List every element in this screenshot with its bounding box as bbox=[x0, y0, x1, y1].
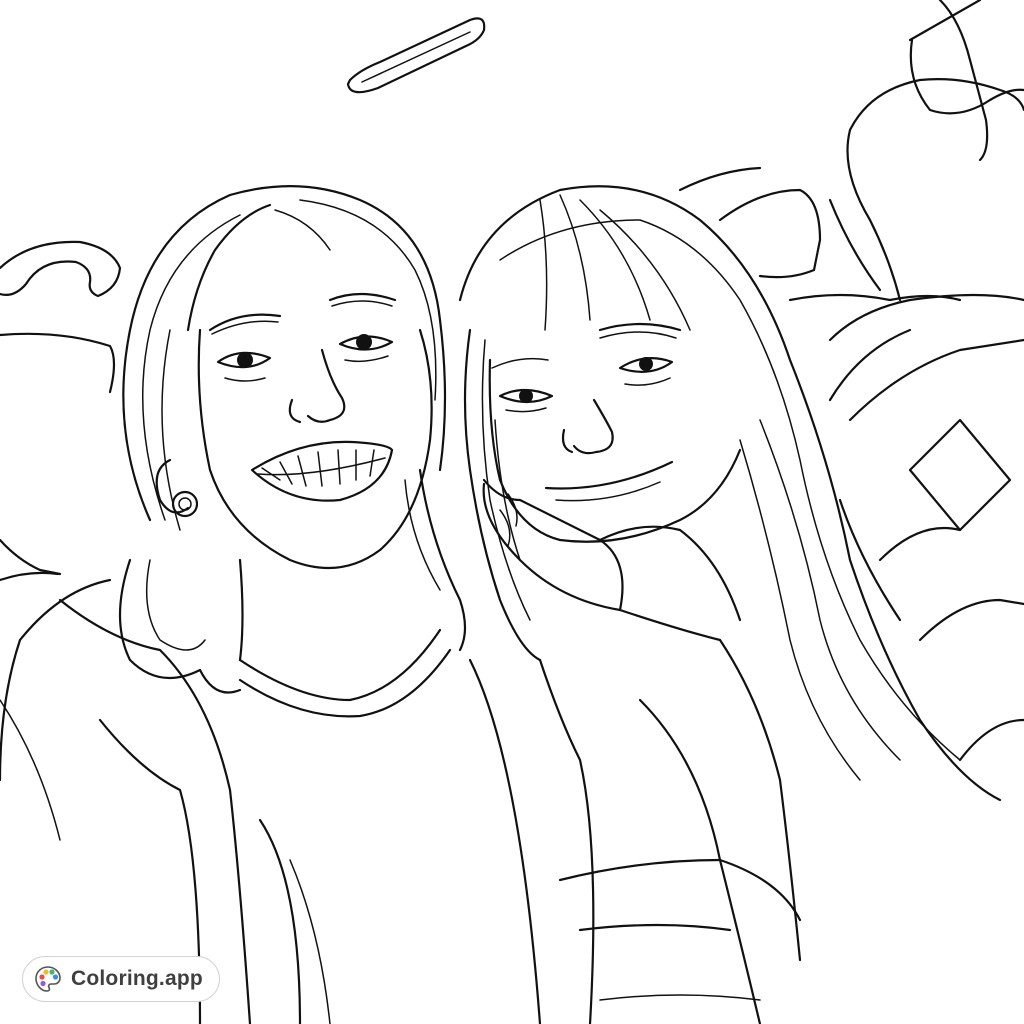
left-girl bbox=[0, 185, 542, 1024]
brand-label: Coloring.app bbox=[71, 967, 203, 990]
right-girl bbox=[458, 185, 1002, 1024]
brand-badge[interactable]: Coloring.app bbox=[22, 956, 220, 1002]
car-interior bbox=[0, 0, 1024, 762]
coloring-page-artwork bbox=[0, 0, 1024, 1024]
palette-icon bbox=[35, 966, 61, 992]
selfie-illustration bbox=[0, 0, 1024, 1024]
